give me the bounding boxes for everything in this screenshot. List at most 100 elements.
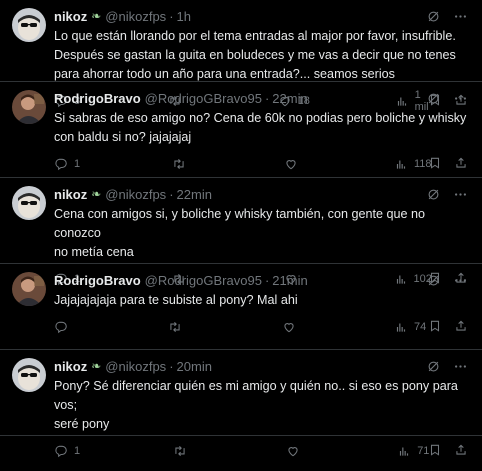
views-count: 74 [414,321,427,333]
separator-dot: · [264,272,270,288]
tweet[interactable]: nikoz ❧ @nikozfps · 1h Lo que están llorando … [0,0,482,113]
display-name[interactable]: RodrigoBravo [54,91,141,106]
avatar[interactable] [12,272,46,306]
like-button[interactable] [282,320,302,334]
bookmark-icon[interactable] [428,156,442,173]
more-icon[interactable] [453,187,468,202]
retweet-button[interactable] [173,444,192,458]
tweet-text: Si sabras de eso amigo no? Cena de 60k n… [54,109,470,147]
tweet-header: nikoz ❧ @nikozfps · 20min [54,356,470,376]
tweet-header-actions [426,91,468,106]
tweet-text-line: no metía cena [54,245,134,259]
more-icon[interactable] [453,359,468,374]
tweet-text-line: Si sabras de eso amigo no? Cena de 60k n… [54,111,467,125]
tweet[interactable]: nikoz ❧ @nikozfps · 22min Cena con amigos si,… [0,178,482,264]
tweet-text: Lo que están llorando por el tema entrad… [54,27,470,84]
share-icon[interactable] [454,156,468,173]
avatar[interactable] [12,90,46,124]
tweet-text-line: Jajajajajaja para te subiste al pony? Ma… [54,293,298,307]
avatar[interactable] [12,186,46,220]
tweet-header: nikoz ❧ @nikozfps · 1h [54,6,470,26]
tweet[interactable]: RodrigoBravo @RodrigoGBravo95 · 21min Jajaja… [0,264,482,350]
tweet-text: Pony? Sé diferenciar quién es mi amigo y… [54,377,470,434]
retweet-button[interactable] [172,157,190,171]
user-handle[interactable]: @nikozfps [105,187,166,202]
like-icon [284,157,298,171]
display-name[interactable]: RodrigoBravo [54,273,141,288]
timestamp[interactable]: 22min [272,91,307,106]
retweet-icon [168,320,182,334]
grok-icon[interactable] [426,187,441,202]
tweet[interactable]: nikoz ❧ @nikozfps · 20min Pony? Sé diferencia… [0,350,482,436]
like-icon [282,320,296,334]
views-button[interactable]: 118 [394,157,432,171]
grok-icon[interactable] [426,91,441,106]
tweet-actions: 1 118 [54,149,470,179]
retweet-icon [173,444,187,458]
tweet-text: Cena con amigos si, y boliche y whisky t… [54,205,470,262]
reply-button[interactable] [54,320,74,334]
timestamp[interactable]: 22min [177,187,212,202]
retweet-icon [172,157,186,171]
user-handle[interactable]: @RodrigoGBravo95 [145,273,262,288]
tweet-actions: 74 [54,312,470,342]
tweet-text-line: Lo que están llorando por el tema entrad… [54,29,456,43]
views-button[interactable]: 71 [397,444,429,458]
tweet-header-actions [426,9,468,24]
more-icon[interactable] [453,9,468,24]
tweet[interactable]: RodrigoBravo @RodrigoGBravo95 · 22min Si sab… [0,82,482,178]
like-button[interactable] [284,157,302,171]
tweet-text-line: seré pony [54,417,110,431]
more-icon[interactable] [453,91,468,106]
tweet-header: RodrigoBravo @RodrigoGBravo95 · 22min [54,88,470,108]
leaf-icon: ❧ [91,9,102,23]
views-icon [394,157,408,171]
user-handle[interactable]: @nikozfps [105,359,166,374]
tweet-text-line: con baldu si no? jajajajaj [54,130,192,144]
grok-icon[interactable] [426,359,441,374]
views-icon [394,320,408,334]
user-handle[interactable]: @nikozfps [105,9,166,24]
display-name[interactable]: nikoz [54,359,87,374]
timestamp[interactable]: 20min [177,359,212,374]
avatar[interactable] [12,8,46,42]
separator-dot: · [264,90,270,106]
tweet-text-line: Pony? Sé diferenciar quién es mi amigo y… [54,379,458,412]
tweet-header-actions [426,359,468,374]
bookmark-icon[interactable] [428,319,442,336]
tweet-actions-right [428,156,468,173]
separator-dot: · [169,358,174,374]
like-icon [286,444,300,458]
tweet-actions: 1 71 [54,436,470,466]
tweet-text-line: Después se gastan la guita en boludeces … [54,48,456,62]
share-icon[interactable] [454,443,468,460]
leaf-icon: ❧ [91,359,102,373]
tweet-text: Jajajajajaja para te subiste al pony? Ma… [54,291,470,310]
avatar[interactable] [12,358,46,392]
views-button[interactable]: 74 [394,320,426,334]
more-icon[interactable] [453,273,468,288]
reply-button[interactable]: 1 [54,444,81,458]
replies-count: 1 [74,158,81,170]
timestamp[interactable]: 1h [177,9,191,24]
display-name[interactable]: nikoz [54,9,87,24]
tweet-actions-right [428,443,468,460]
timestamp[interactable]: 21min [272,273,307,288]
bookmark-icon[interactable] [428,443,442,460]
leaf-icon: ❧ [91,187,102,201]
grok-icon[interactable] [426,9,441,24]
retweet-button[interactable] [168,320,188,334]
tweet-header: RodrigoBravo @RodrigoGBravo95 · 21min [54,270,470,290]
tweet-text-line: Cena con amigos si, y boliche y whisky t… [54,207,426,240]
display-name[interactable]: nikoz [54,187,87,202]
reply-icon [54,157,68,171]
tweet-header: nikoz ❧ @nikozfps · 22min [54,184,470,204]
grok-icon[interactable] [426,273,441,288]
user-handle[interactable]: @RodrigoGBravo95 [145,91,262,106]
reply-button[interactable]: 1 [54,157,81,171]
like-button[interactable] [286,444,305,458]
share-icon[interactable] [454,319,468,336]
tweet-header-actions [426,187,468,202]
conversation-thread: nikoz ❧ @nikozfps · 1h Lo que están llorando … [0,0,482,436]
replies-count: 1 [74,445,81,457]
